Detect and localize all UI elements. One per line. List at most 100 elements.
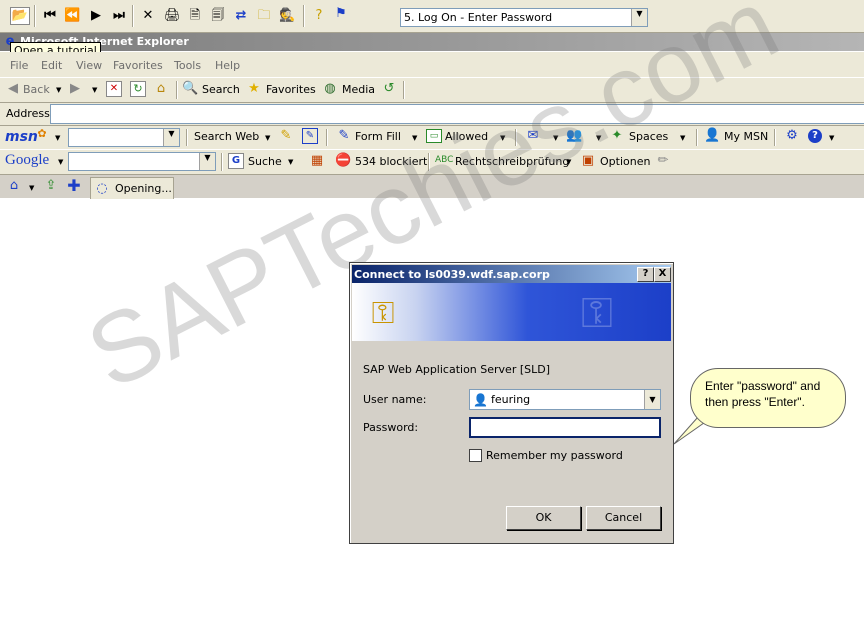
mail-icon[interactable]: ✉ xyxy=(525,128,541,144)
swap-icon[interactable]: ⇄ xyxy=(233,8,249,24)
msn-help-icon[interactable]: ? xyxy=(808,129,822,143)
pencil-icon[interactable]: ✏ xyxy=(655,153,671,169)
msn-tools-icon[interactable]: ⚙ xyxy=(784,128,800,144)
chevron-down-icon[interactable]: ▼ xyxy=(631,9,647,26)
forward-arrow-icon[interactable]: ▶ xyxy=(67,81,83,97)
password-field[interactable] xyxy=(469,417,661,438)
spellcheck-icon[interactable]: ABC xyxy=(435,152,453,168)
spellcheck-dropdown-icon[interactable]: ▼ xyxy=(566,158,571,166)
menu-favorites[interactable]: Favorites xyxy=(113,59,163,72)
new-tab-plus-icon[interactable]: ✚ xyxy=(66,178,82,194)
messenger-icon[interactable]: 👥 xyxy=(566,128,582,144)
instruction-callout: Enter "password" and then press "Enter". xyxy=(690,368,846,428)
dialog-banner: ⚿ ⚿ xyxy=(352,283,671,341)
favorites-star-icon[interactable]: ★ xyxy=(246,81,262,97)
spaces-dropdown-icon[interactable]: ▼ xyxy=(680,134,685,142)
search-web-dropdown-icon[interactable]: ▼ xyxy=(265,134,270,142)
my-msn-button[interactable]: My MSN xyxy=(724,130,768,143)
spaces-button[interactable]: Spaces xyxy=(629,130,668,143)
home-icon[interactable]: ⌂ xyxy=(153,81,169,97)
favorites-center-dropdown-icon[interactable]: ▼ xyxy=(29,184,34,192)
tab-label: Opening... xyxy=(115,182,172,195)
cancel-button[interactable]: Cancel xyxy=(586,506,661,530)
blocked-count[interactable]: 534 blockiert xyxy=(355,155,427,168)
add-favorite-icon[interactable]: ⇪ xyxy=(43,178,59,194)
forward-dropdown-icon[interactable]: ▼ xyxy=(92,86,97,94)
msn-search-input[interactable]: ▼ xyxy=(68,128,180,147)
address-input[interactable] xyxy=(50,104,864,124)
popup-blocker-icon[interactable]: ▭ xyxy=(426,129,442,143)
back-dropdown-icon[interactable]: ▼ xyxy=(56,86,61,94)
document-icon[interactable]: 🗎 xyxy=(187,8,203,24)
delete-icon[interactable]: ✕ xyxy=(140,8,156,24)
refresh-icon[interactable]: ↻ xyxy=(130,81,146,97)
suche-button[interactable]: Suche xyxy=(248,155,282,168)
stop-icon[interactable]: ✕ xyxy=(106,81,122,97)
step-select[interactable]: 5. Log On - Enter Password ▼ xyxy=(400,8,648,27)
allowed-dropdown-icon[interactable]: ▼ xyxy=(500,134,505,142)
popup-blocked-icon[interactable]: ⛔ xyxy=(335,153,351,169)
spellcheck-button[interactable]: Rechtschreibprüfung xyxy=(455,155,569,168)
menu-help[interactable]: Help xyxy=(215,59,240,72)
menu-file[interactable]: File xyxy=(10,59,28,72)
google-g-icon[interactable]: G xyxy=(228,153,244,169)
search-web-button[interactable]: Search Web xyxy=(194,130,259,143)
options-button[interactable]: Optionen xyxy=(600,155,650,168)
properties-icon[interactable]: 🗐 xyxy=(210,8,226,24)
previous-step-icon[interactable]: ⏪ xyxy=(64,8,80,24)
dialog-help-button[interactable]: ? xyxy=(637,267,654,282)
history-icon[interactable]: ↺ xyxy=(381,81,397,97)
username-field[interactable]: 👤 feuring ▼ xyxy=(469,389,661,410)
suche-dropdown-icon[interactable]: ▼ xyxy=(288,158,293,166)
help-icon[interactable]: ? xyxy=(311,8,327,24)
favorites-button-label[interactable]: Favorites xyxy=(266,83,316,96)
form-fill-button[interactable]: Form Fill xyxy=(355,130,401,143)
form-fill-dropdown-icon[interactable]: ▼ xyxy=(412,134,417,142)
menu-tools[interactable]: Tools xyxy=(174,59,201,72)
print-icon[interactable]: 🖨 xyxy=(164,8,181,24)
close-icon: X xyxy=(658,268,667,279)
agent-icon[interactable]: 🕵 xyxy=(279,8,295,24)
recorder-toolbar: 📂 ⏮ ⏪ ▶ ⏭ ✕ 🖨 🗎 🗐 ⇄ 🗀 🕵 ? ⚑ 5. Log On - … xyxy=(0,0,864,33)
menu-edit[interactable]: Edit xyxy=(41,59,62,72)
menu-view[interactable]: View xyxy=(76,59,102,72)
google-dropdown-icon[interactable]: ▼ xyxy=(58,158,63,166)
news-icon[interactable]: ▦ xyxy=(309,153,325,169)
options-icon[interactable]: ▣ xyxy=(580,153,596,169)
back-button-label[interactable]: Back xyxy=(23,83,50,96)
dialog-close-button[interactable]: X xyxy=(654,267,671,282)
msn-butterfly-icon: ✿ xyxy=(37,127,47,140)
open-folder-icon[interactable]: 📂 xyxy=(10,7,30,25)
remember-checkbox[interactable] xyxy=(469,449,482,462)
allowed-button[interactable]: Allowed xyxy=(445,130,488,143)
my-msn-icon[interactable]: 👤 xyxy=(704,128,720,144)
chevron-down-icon[interactable]: ▼ xyxy=(199,153,215,170)
search-icon[interactable]: 🔍 xyxy=(182,81,198,97)
form-fill-icon[interactable]: ✎ xyxy=(336,128,352,144)
edit-icon[interactable]: ✎ xyxy=(302,128,318,144)
new-folder-icon[interactable]: 🗀 xyxy=(256,8,272,24)
username-label: User name: xyxy=(363,393,427,406)
chevron-down-icon[interactable]: ▼ xyxy=(163,129,179,146)
favorites-center-icon[interactable]: ⌂ xyxy=(6,178,22,194)
first-step-icon[interactable]: ⏮ xyxy=(42,8,58,24)
cancel-button-label: Cancel xyxy=(604,511,643,524)
media-button-label[interactable]: Media xyxy=(342,83,375,96)
media-globe-icon[interactable]: ◍ xyxy=(322,81,338,97)
spaces-icon[interactable]: ✦ xyxy=(609,128,625,144)
back-arrow-icon[interactable]: ◀ xyxy=(5,81,21,97)
last-step-icon[interactable]: ⏭ xyxy=(110,8,128,24)
ok-button[interactable]: OK xyxy=(506,506,581,530)
msn-help-dropdown-icon[interactable]: ▼ xyxy=(829,134,834,142)
google-search-input[interactable]: ▼ xyxy=(68,152,216,171)
flag-icon[interactable]: ⚑ xyxy=(334,6,348,22)
tab-opening[interactable]: ◌ Opening... xyxy=(90,177,174,199)
msn-dropdown-icon[interactable]: ▼ xyxy=(55,134,60,142)
search-button-label[interactable]: Search xyxy=(202,83,240,96)
menu-bar: File Edit View Favorites Tools Help xyxy=(0,52,864,78)
messenger-dropdown-icon[interactable]: ▼ xyxy=(596,134,601,142)
play-icon[interactable]: ▶ xyxy=(88,8,104,24)
highlight-icon[interactable]: ✎ xyxy=(278,128,294,144)
mail-dropdown-icon[interactable]: ▼ xyxy=(553,134,558,142)
chevron-down-icon[interactable]: ▼ xyxy=(644,390,660,409)
